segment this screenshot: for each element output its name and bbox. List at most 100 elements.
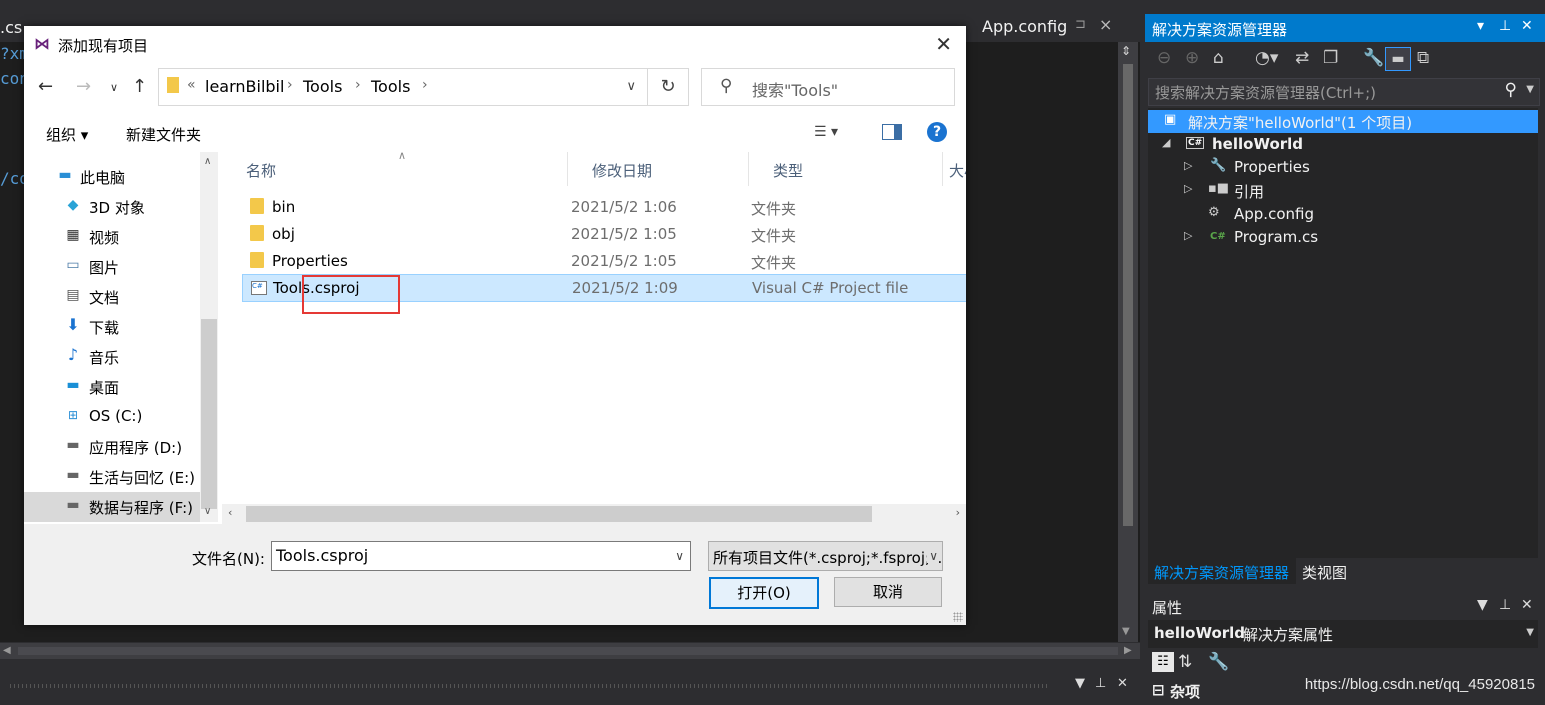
resize-grip[interactable] bbox=[953, 612, 963, 622]
chevron-down-icon[interactable]: ▼ bbox=[1526, 84, 1534, 95]
column-header-type[interactable]: 类型 bbox=[749, 152, 943, 186]
close-icon[interactable]: ✕ bbox=[935, 32, 952, 56]
column-header-name[interactable]: 名称 ∧ bbox=[222, 152, 568, 186]
nav-item-desktop[interactable]: ▬ 桌面 bbox=[24, 372, 200, 402]
back-icon[interactable]: ⊖ bbox=[1157, 48, 1171, 68]
sync-icon[interactable]: ⇄ bbox=[1295, 48, 1309, 68]
back-arrow-icon[interactable]: ← bbox=[38, 76, 53, 97]
new-folder-button[interactable]: 新建文件夹 bbox=[126, 124, 201, 145]
chevron-down-icon[interactable]: ∨ bbox=[626, 79, 636, 94]
properties-icon[interactable]: 🔧 bbox=[1363, 48, 1384, 68]
close-icon[interactable]: ✕ bbox=[1521, 597, 1533, 613]
scroll-right-icon[interactable]: › bbox=[956, 506, 960, 519]
solution-explorer-title-bar[interactable]: 解决方案资源管理器 ▾ ⊥ ✕ bbox=[1145, 14, 1545, 42]
scroll-down-icon[interactable]: ▼ bbox=[1122, 626, 1130, 637]
collapse-icon[interactable]: ❐ bbox=[1323, 48, 1338, 68]
tree-item-solution[interactable]: ▣ 解决方案"helloWorld"(1 个项目) bbox=[1148, 110, 1538, 133]
dropdown-icon[interactable]: ▾ bbox=[1477, 18, 1484, 34]
open-button[interactable]: 打开(O) bbox=[709, 577, 819, 609]
home-icon[interactable]: ⌂ bbox=[1213, 48, 1224, 68]
breadcrumb-item[interactable]: Tools bbox=[303, 77, 342, 96]
refresh-icon[interactable]: ↻ bbox=[647, 69, 688, 105]
scroll-thumb[interactable] bbox=[201, 319, 217, 509]
alphabetical-icon[interactable]: ⇅ bbox=[1178, 652, 1192, 672]
forward-arrow-icon[interactable]: → bbox=[76, 76, 91, 97]
nav-item-downloads[interactable]: ⬇ 下载 bbox=[24, 312, 200, 342]
close-tab-icon[interactable]: × bbox=[1099, 15, 1112, 34]
expand-icon[interactable]: ▷ bbox=[1184, 182, 1192, 195]
tree-item-properties[interactable]: ▷ 🔧 Properties bbox=[1148, 156, 1538, 179]
split-icon[interactable]: ⇕ bbox=[1121, 44, 1131, 58]
dropdown-icon[interactable]: ▼ bbox=[1477, 597, 1488, 613]
tree-item-references[interactable]: ▷ ▪■ 引用 bbox=[1148, 179, 1538, 202]
nav-item-drive-c[interactable]: ⊞ OS (C:) bbox=[24, 402, 200, 432]
nav-item-drive-e[interactable]: ▬ 生活与回忆 (E:) bbox=[24, 462, 200, 492]
nav-item-3d-objects[interactable]: ◆ 3D 对象 bbox=[24, 192, 200, 222]
file-list-horizontal-scrollbar[interactable]: ‹ › bbox=[222, 504, 966, 524]
chevron-down-icon[interactable]: ∨ bbox=[675, 549, 684, 563]
cancel-button[interactable]: 取消 bbox=[834, 577, 942, 607]
scroll-up-icon[interactable]: ∧ bbox=[204, 156, 211, 167]
overflow-icon[interactable]: « bbox=[187, 77, 196, 93]
view-switch-icon[interactable]: ⧉ bbox=[1417, 48, 1429, 68]
properties-title-bar[interactable]: 属性 ▼ ⊥ ✕ bbox=[1145, 594, 1545, 618]
tree-item-project[interactable]: ◢ C# helloWorld bbox=[1148, 133, 1538, 156]
solution-search-input[interactable]: 搜索解决方案资源管理器(Ctrl+;) ⚲ ▼ bbox=[1148, 78, 1540, 106]
address-bar[interactable]: « learnBilbil › Tools › Tools › ∨ ↻ bbox=[158, 68, 689, 106]
nav-item-music[interactable]: ♪ 音乐 bbox=[24, 342, 200, 372]
close-icon[interactable]: ✕ bbox=[1117, 676, 1128, 691]
tree-item-app-config[interactable]: ⚙ App.config bbox=[1148, 203, 1538, 226]
scroll-left-icon[interactable]: ◀ bbox=[3, 645, 11, 656]
tab-solution-explorer[interactable]: 解决方案资源管理器 bbox=[1148, 558, 1296, 584]
search-icon[interactable]: ⚲ bbox=[1505, 80, 1517, 100]
nav-item-documents[interactable]: ▤ 文档 bbox=[24, 282, 200, 312]
categorized-icon[interactable]: ☷ bbox=[1152, 652, 1174, 672]
navigation-scrollbar[interactable]: ∧ ∨ bbox=[200, 152, 218, 522]
file-row[interactable]: Properties 2021/5/2 1:05 文件夹 bbox=[242, 248, 966, 274]
up-arrow-icon[interactable]: ↑ bbox=[132, 76, 147, 97]
nav-item-videos[interactable]: ▦ 视频 bbox=[24, 222, 200, 252]
chevron-right-icon[interactable]: › bbox=[287, 77, 293, 93]
column-header-size[interactable]: 大小 bbox=[943, 152, 966, 186]
editor-hscroll-thumb[interactable] bbox=[18, 647, 1118, 655]
properties-object-selector[interactable]: helloWorld 解决方案属性 ▼ bbox=[1148, 620, 1538, 648]
chevron-right-icon[interactable]: › bbox=[422, 77, 428, 93]
history-icon[interactable]: ◔▾ bbox=[1255, 48, 1278, 68]
scroll-right-icon[interactable]: ▶ bbox=[1124, 645, 1132, 656]
chevron-down-icon[interactable]: ∨ bbox=[927, 549, 938, 563]
forward-icon[interactable]: ⊕ bbox=[1185, 48, 1199, 68]
breadcrumb-item[interactable]: Tools bbox=[371, 77, 410, 96]
dialog-title-bar[interactable]: ⋈ 添加现有项目 ✕ bbox=[24, 26, 966, 62]
search-input[interactable]: ⚲ 搜索"Tools" bbox=[701, 68, 955, 106]
preview-pane-icon[interactable] bbox=[882, 124, 902, 140]
pin-icon[interactable]: ⊥ bbox=[1499, 597, 1511, 613]
collapse-icon[interactable]: ⊟ bbox=[1152, 681, 1165, 699]
scroll-left-icon[interactable]: ‹ bbox=[228, 506, 232, 519]
preview-icon[interactable]: ▬ bbox=[1385, 47, 1411, 71]
file-type-filter[interactable]: 所有项目文件(*.csproj;*.fsproj;*.vbproj) ∨ bbox=[708, 541, 943, 571]
file-row[interactable]: bin 2021/5/2 1:06 文件夹 bbox=[242, 194, 966, 220]
pin-icon[interactable]: ⊥ bbox=[1095, 676, 1106, 691]
nav-item-this-pc[interactable]: ▬ 此电脑 bbox=[24, 162, 200, 192]
pin-icon[interactable]: ⊐ bbox=[1075, 17, 1086, 32]
recent-locations-icon[interactable]: ∨ bbox=[110, 81, 118, 94]
nav-item-drive-d[interactable]: ▬ 应用程序 (D:) bbox=[24, 432, 200, 462]
filename-input[interactable]: Tools.csproj ∨ bbox=[271, 541, 691, 571]
tab-class-view[interactable]: 类视图 bbox=[1296, 558, 1356, 584]
organize-menu[interactable]: 组织 ▾ bbox=[46, 124, 88, 145]
file-row[interactable]: obj 2021/5/2 1:05 文件夹 bbox=[242, 221, 966, 247]
editor-tab-partial[interactable]: .cs bbox=[0, 18, 22, 37]
tab-app-config[interactable]: App.config ⊐ × bbox=[975, 14, 1120, 42]
help-icon[interactable]: ? bbox=[927, 122, 947, 142]
expand-icon[interactable]: ▷ bbox=[1184, 159, 1192, 172]
chevron-down-icon[interactable]: ▼ bbox=[1526, 627, 1534, 638]
column-header-date[interactable]: 修改日期 bbox=[568, 152, 749, 186]
breadcrumb-item[interactable]: learnBilbil bbox=[205, 77, 284, 96]
scroll-thumb[interactable] bbox=[246, 506, 872, 522]
nav-item-pictures[interactable]: ▭ 图片 bbox=[24, 252, 200, 282]
dropdown-icon[interactable]: ▼ bbox=[1075, 676, 1085, 691]
expand-icon[interactable]: ◢ bbox=[1162, 136, 1170, 149]
scroll-down-icon[interactable]: ∨ bbox=[204, 506, 211, 517]
nav-item-drive-f[interactable]: ▬ 数据与程序 (F:) bbox=[24, 492, 200, 522]
tree-item-program-cs[interactable]: ▷ C# Program.cs bbox=[1148, 226, 1538, 249]
